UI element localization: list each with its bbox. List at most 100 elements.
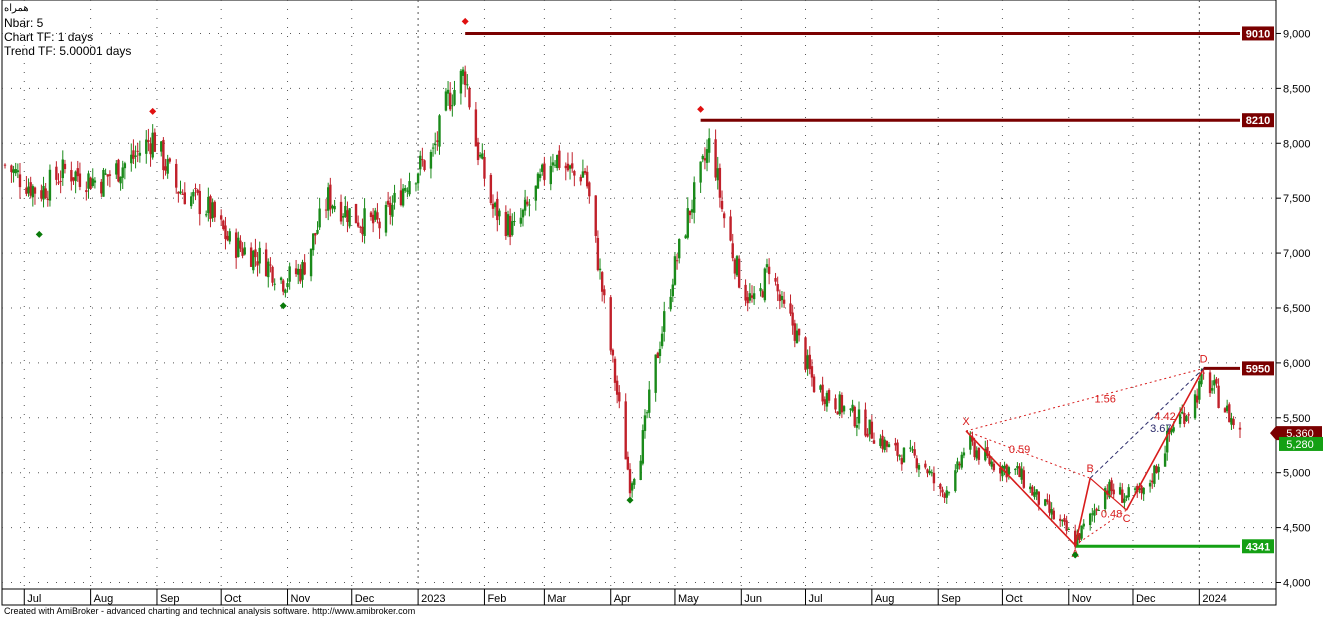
- candle: [928, 465, 931, 476]
- candle-body: [1082, 523, 1085, 527]
- candle-body: [209, 196, 212, 219]
- candle-body: [943, 493, 946, 498]
- candle-body: [678, 239, 681, 259]
- candle: [264, 242, 268, 277]
- candle-body: [840, 394, 844, 413]
- candle: [168, 157, 172, 164]
- candle: [549, 156, 552, 191]
- y-tick-label: 4,500: [1283, 523, 1311, 535]
- candle: [1185, 414, 1188, 422]
- candle-body: [331, 205, 334, 209]
- candle: [654, 354, 657, 402]
- candle: [526, 196, 529, 207]
- candle-body: [705, 149, 709, 163]
- candle-body: [1195, 395, 1199, 403]
- candle: [761, 289, 764, 298]
- candle: [504, 205, 508, 240]
- candle: [228, 228, 231, 245]
- candle: [1215, 377, 1218, 388]
- candle-body: [166, 159, 169, 174]
- candle: [1014, 468, 1017, 475]
- price-chart[interactable]: 9010821059504341 XABCD1.560.590.483.674.…: [0, 0, 1336, 619]
- candle: [179, 180, 182, 195]
- candle-body: [722, 213, 726, 219]
- candle-body: [106, 174, 109, 177]
- candle-body: [958, 463, 961, 466]
- candle-body: [849, 408, 852, 410]
- candle-body: [1048, 501, 1051, 513]
- symbol-name: همراه: [4, 3, 29, 14]
- candle-body: [153, 132, 157, 152]
- candle-body: [183, 192, 186, 205]
- candle-body: [1003, 465, 1006, 469]
- candle: [558, 145, 561, 171]
- candle-body: [930, 472, 933, 474]
- candle-body: [1044, 499, 1047, 506]
- candle-body: [339, 201, 343, 222]
- trend-timeframe-label: Trend TF: 5.00001 days: [4, 44, 132, 58]
- candle: [718, 163, 722, 208]
- candle: [241, 242, 244, 259]
- candle: [840, 392, 844, 419]
- candle: [705, 139, 709, 172]
- candle-body: [1178, 414, 1182, 425]
- candle-body: [541, 164, 544, 172]
- candle-body: [553, 164, 557, 166]
- date-axis[interactable]: Jul Aug Sep Oct Nov Dec 2023 Feb Mar Apr May Jun Jul…: [2, 588, 1276, 605]
- candle-body: [130, 154, 133, 164]
- candle: [868, 419, 871, 442]
- candle: [288, 262, 291, 290]
- candle: [279, 276, 283, 284]
- price-axis[interactable]: 4,000 4,500 5,000 5,500 6,000 6,500 7,000 7,500…: [1270, 28, 1323, 590]
- pattern-leg: [1125, 367, 1205, 511]
- candle-body: [543, 163, 546, 180]
- candle-body: [913, 449, 916, 456]
- candle-body: [1202, 372, 1205, 374]
- candle-body: [962, 452, 966, 456]
- candle: [1048, 494, 1051, 517]
- candle-body: [104, 173, 107, 175]
- candle: [902, 447, 906, 463]
- candle: [1230, 412, 1233, 431]
- candle-body: [693, 182, 696, 213]
- candle: [1125, 495, 1128, 502]
- candle: [1093, 503, 1096, 523]
- candle-body: [573, 171, 576, 176]
- candle-body: [969, 435, 972, 450]
- candle: [312, 233, 315, 256]
- x-tick-label: Aug: [94, 593, 114, 605]
- candle-body: [136, 150, 139, 152]
- candle-body: [414, 183, 418, 185]
- candle: [406, 187, 409, 197]
- candle: [911, 445, 914, 454]
- candle-body: [898, 455, 901, 457]
- candle: [239, 235, 242, 253]
- candle-body: [466, 84, 469, 86]
- candle-body: [1238, 427, 1242, 430]
- candle-body: [588, 182, 591, 197]
- candle: [1157, 463, 1160, 480]
- candle-body: [314, 233, 317, 236]
- candle: [881, 429, 884, 453]
- candle: [735, 254, 739, 278]
- candle: [678, 238, 681, 264]
- candle: [1195, 388, 1199, 409]
- candle: [986, 439, 989, 459]
- candle-body: [566, 163, 570, 171]
- candle-body: [701, 155, 704, 160]
- candle-body: [583, 171, 587, 174]
- candle: [346, 201, 349, 233]
- candle: [834, 394, 837, 413]
- candle-body: [851, 404, 854, 411]
- candle-body: [663, 311, 666, 332]
- candle: [136, 142, 139, 163]
- candle: [164, 158, 167, 176]
- candle-body: [324, 209, 328, 211]
- pattern-point-label: C: [1123, 513, 1131, 525]
- candle: [466, 74, 469, 90]
- candle-body: [600, 272, 604, 292]
- candle-body: [3, 164, 7, 166]
- candle: [1155, 464, 1158, 474]
- candle: [123, 161, 127, 180]
- candle: [33, 186, 37, 205]
